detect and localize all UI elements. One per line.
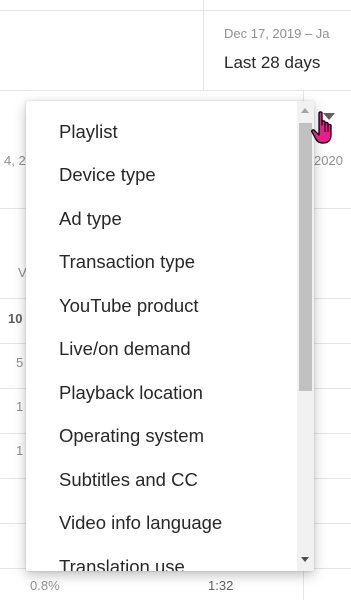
menu-item-operating-system[interactable]: Operating system (26, 415, 296, 459)
menu-item-translation-use[interactable]: Translation use (26, 545, 296, 571)
menu-scrollbar[interactable] (297, 101, 314, 571)
menu-item-ad-type[interactable]: Ad type (26, 197, 296, 241)
period-label: Last 28 days (224, 53, 321, 72)
footer-percentage: 0.8% (30, 578, 60, 593)
date-fragment: 4, 2 (4, 153, 26, 168)
scroll-up-arrow-icon[interactable] (301, 108, 309, 113)
hand-pointer-cursor-icon (311, 111, 332, 144)
scrollbar-thumb[interactable] (299, 123, 312, 391)
menu-item-playback-location[interactable]: Playback location (26, 371, 296, 415)
menu-item-live-on-demand[interactable]: Live/on demand (26, 328, 296, 372)
menu-item-youtube-product[interactable]: YouTube product (26, 284, 296, 328)
date-fragment: 2020 (314, 153, 343, 168)
menu-item-video-info-language[interactable]: Video info language (26, 502, 296, 546)
date-range-text: Dec 17, 2019 – Ja (224, 26, 330, 41)
date-range-selector[interactable]: Dec 17, 2019 – Ja Last 28 days (203, 10, 351, 90)
scroll-down-arrow-icon[interactable] (301, 557, 309, 562)
menu-item-device-type[interactable]: Device type (26, 154, 296, 198)
dimension-dropdown-menu: Playlist Device type Ad type Transaction… (26, 101, 314, 571)
menu-item-transaction-type[interactable]: Transaction type (26, 241, 296, 285)
total-value-fragment: 10 (8, 311, 23, 326)
cell-fragment: 1 (16, 399, 24, 414)
menu-item-playlist[interactable]: Playlist (26, 110, 296, 154)
divider (0, 90, 351, 91)
cell-fragment: 5 (16, 355, 24, 370)
menu-item-subtitles-and-cc[interactable]: Subtitles and CC (26, 458, 296, 502)
cell-fragment: 1 (16, 443, 24, 458)
footer-duration: 1:32 (208, 578, 234, 593)
dimension-options-list: Playlist Device type Ad type Transaction… (26, 101, 296, 571)
